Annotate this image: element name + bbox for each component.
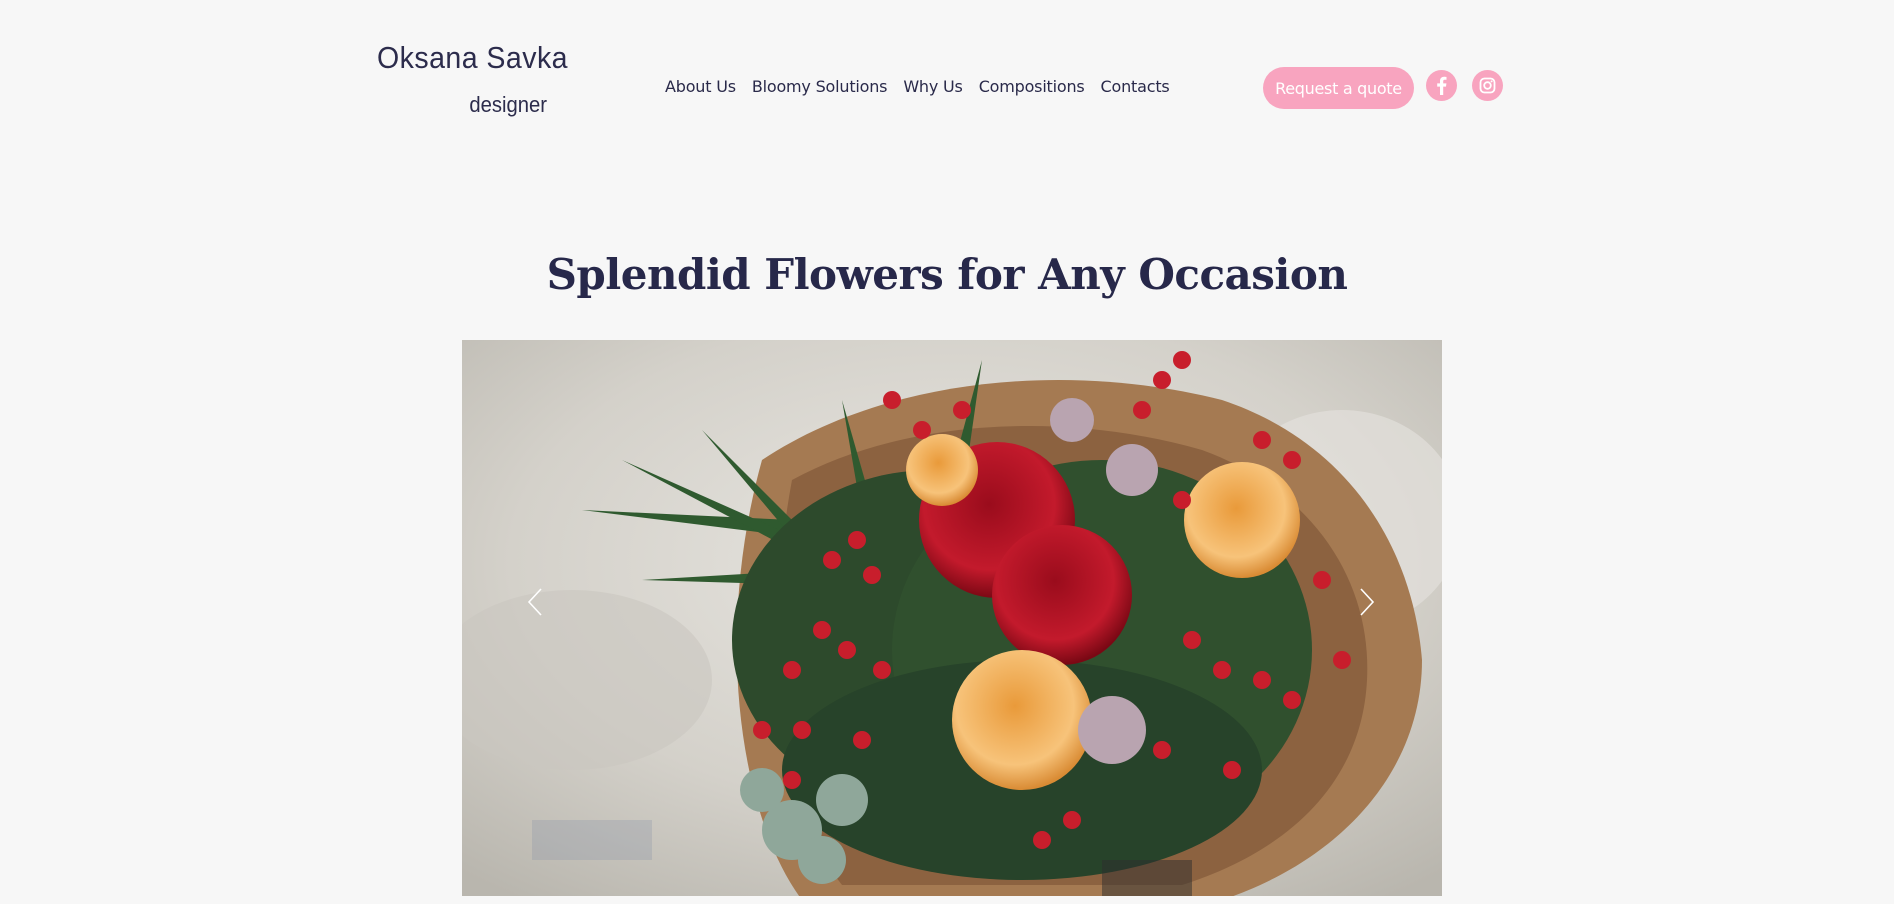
nav-item-bloomy-solutions[interactable]: Bloomy Solutions [752,77,888,96]
brand-logo[interactable]: Oksana Savka designer [377,38,568,118]
request-quote-button[interactable]: Request a quote [1263,67,1414,109]
slider-next-button[interactable] [1355,585,1379,619]
slider-prev-button[interactable] [523,585,547,619]
nav-item-why-us[interactable]: Why Us [903,77,963,96]
nav-item-compositions[interactable]: Compositions [979,77,1085,96]
nav-item-contacts[interactable]: Contacts [1101,77,1170,96]
brand-tagline: designer [469,92,547,117]
image-slider[interactable] [462,340,1442,896]
bouquet-image [462,340,1442,896]
facebook-link[interactable] [1426,70,1457,101]
chevron-left-icon [527,588,542,616]
instagram-link[interactable] [1472,70,1503,101]
chevron-right-icon [1360,588,1375,616]
facebook-icon [1437,76,1447,95]
brand-name[interactable]: Oksana Savka [377,38,568,78]
instagram-icon [1479,77,1496,94]
hero-title: Splendid Flowers for Any Occasion [546,250,1348,299]
nav-item-about-us[interactable]: About Us [665,77,736,96]
main-nav: About Us Bloomy Solutions Why Us Composi… [665,77,1186,96]
